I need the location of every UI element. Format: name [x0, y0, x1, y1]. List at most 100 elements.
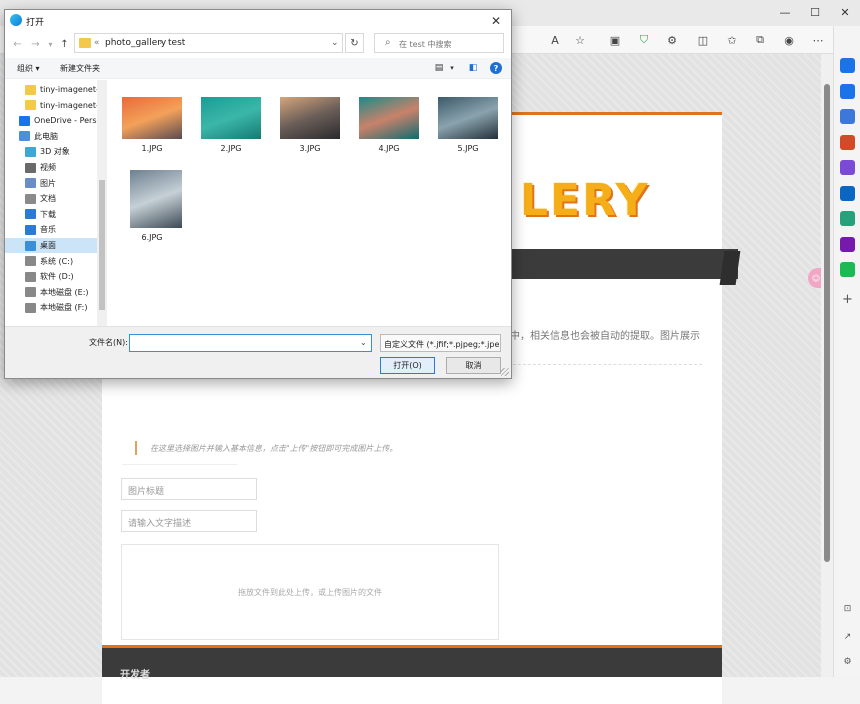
- nav-item[interactable]: 音乐: [5, 222, 97, 237]
- drive-icon: [25, 287, 36, 298]
- address-path[interactable]: « photo_gallery › test ⌄: [74, 33, 343, 53]
- preview-pane-icon[interactable]: ◧: [467, 62, 479, 74]
- collections-icon[interactable]: ⧉: [752, 32, 768, 48]
- favorites-icon[interactable]: ✩: [724, 32, 740, 48]
- toolbox-icon[interactable]: [840, 134, 855, 150]
- image-title-input[interactable]: 图片标题: [121, 478, 257, 500]
- browser-essentials-icon[interactable]: ◉: [781, 32, 797, 48]
- file-item[interactable]: 3.JPG: [275, 87, 345, 163]
- recent-dropdown-icon[interactable]: ▾: [44, 38, 57, 51]
- file-item[interactable]: 5.JPG: [433, 87, 503, 163]
- chevron-down-icon[interactable]: ⌄: [331, 38, 339, 48]
- page-description: 中，相关信息也会被自动的提取。图片展示: [510, 331, 700, 342]
- circle-icon[interactable]: [840, 160, 855, 175]
- view-dropdown-icon[interactable]: ▾: [446, 62, 458, 74]
- close-window-icon[interactable]: ✕: [830, 2, 860, 22]
- nav-item[interactable]: 图片: [5, 176, 97, 191]
- file-name: 1.JPG: [141, 144, 163, 153]
- page-scrollbar[interactable]: [821, 54, 833, 677]
- send-icon[interactable]: [840, 211, 855, 226]
- cancel-button[interactable]: 取消: [446, 357, 501, 374]
- nav-item[interactable]: tiny-imagenet-…: [5, 98, 97, 113]
- refresh-icon[interactable]: ↻: [345, 33, 364, 53]
- image-description-input[interactable]: 请输入文字描述: [121, 510, 257, 532]
- up-arrow-icon[interactable]: ↑: [58, 38, 71, 51]
- nav-item[interactable]: 3D 对象: [5, 144, 97, 159]
- nav-item[interactable]: tiny-imagenet-…: [5, 82, 97, 97]
- extension-badge-icon[interactable]: ▣: [607, 32, 623, 48]
- settings-icon[interactable]: ⚙: [840, 654, 855, 669]
- nav-item[interactable]: 本地磁盘 (F:): [5, 300, 97, 315]
- file-name: 4.JPG: [378, 144, 400, 153]
- nav-item[interactable]: 文档: [5, 191, 97, 206]
- breadcrumb-photo-gallery[interactable]: photo_gallery: [105, 38, 166, 48]
- filename-input[interactable]: [129, 334, 372, 352]
- nav-item[interactable]: 此电脑: [5, 129, 97, 144]
- nav-item[interactable]: 桌面: [5, 238, 97, 253]
- nav-scrollbar[interactable]: [97, 80, 107, 326]
- add-icon[interactable]: +: [840, 292, 855, 307]
- extensions-icon[interactable]: ⚙: [664, 32, 680, 48]
- file-item[interactable]: 4.JPG: [354, 87, 424, 163]
- bell-icon[interactable]: [840, 58, 855, 73]
- view-options-icon[interactable]: ▤: [433, 62, 445, 74]
- nav-item-label: 文档: [40, 194, 56, 204]
- nav-item[interactable]: 系统 (C:): [5, 254, 97, 269]
- edge-icon: [10, 14, 22, 26]
- close-icon[interactable]: ✕: [487, 12, 505, 30]
- favorite-star-icon[interactable]: ☆: [572, 32, 588, 48]
- split-screen-icon[interactable]: ◫: [695, 32, 711, 48]
- nav-item-label: 视频: [40, 163, 56, 172]
- resize-grip[interactable]: [501, 368, 509, 376]
- nav-item-label: 软件 (D:): [40, 272, 74, 282]
- upload-dropzone[interactable]: 拖放文件到此处上传，或上传图片的文件: [121, 544, 499, 640]
- nav-item[interactable]: 软件 (D:): [5, 269, 97, 284]
- outlook-icon[interactable]: [840, 185, 855, 201]
- nav-item-label: 桌面: [40, 241, 56, 250]
- forward-arrow-icon[interactable]: →: [29, 38, 42, 51]
- image-thumbnail: [201, 97, 261, 139]
- nav-item[interactable]: OneDrive - Perso: [5, 113, 97, 128]
- screenshot-icon[interactable]: ⊡: [840, 601, 855, 616]
- desktop-icon: [25, 240, 36, 251]
- organize-menu[interactable]: 组织 ▾: [17, 63, 40, 74]
- file-name: 2.JPG: [220, 144, 242, 153]
- folder-icon: [25, 84, 36, 95]
- search-icon[interactable]: [840, 83, 855, 99]
- doc-icon: [25, 193, 36, 204]
- nav-item[interactable]: 下载: [5, 207, 97, 222]
- tag-icon[interactable]: [840, 109, 855, 124]
- file-name: 5.JPG: [457, 144, 479, 153]
- filename-label: 文件名(N):: [89, 338, 128, 347]
- image-thumbnail: [280, 97, 340, 139]
- onenote-icon[interactable]: [840, 236, 855, 252]
- minimize-icon[interactable]: —: [770, 2, 800, 22]
- browser-sidebar: + ⊡ ↗ ⚙: [833, 26, 860, 677]
- file-item[interactable]: 1.JPG: [117, 87, 187, 163]
- dialog-toolbar: 组织 ▾ 新建文件夹 ▤ ▾ ◧ ?: [5, 58, 511, 79]
- spotify-icon[interactable]: [840, 262, 855, 277]
- nav-scroll-thumb[interactable]: [99, 180, 105, 310]
- shield-icon[interactable]: ⛉: [636, 32, 652, 48]
- open-external-icon[interactable]: ↗: [840, 629, 855, 644]
- footer-text: 开发者: [120, 670, 150, 681]
- path-overflow-chevron[interactable]: «: [94, 38, 100, 48]
- more-options-icon[interactable]: ⋯: [810, 32, 826, 48]
- file-type-select[interactable]: 自定义文件 (*.jfif;*.pjpeg;*.jpe: [380, 334, 501, 352]
- file-item[interactable]: 6.JPG: [117, 164, 187, 242]
- new-folder-button[interactable]: 新建文件夹: [60, 63, 100, 74]
- file-item[interactable]: 2.JPG: [196, 87, 266, 163]
- hint-divider: [122, 464, 237, 465]
- banner-ribbon-end: [719, 251, 741, 285]
- nav-item[interactable]: 视频: [5, 160, 97, 175]
- help-icon[interactable]: ?: [490, 62, 502, 74]
- open-button[interactable]: 打开(O): [380, 357, 435, 374]
- file-type-value: 自定义文件 (*.jfif;*.pjpeg;*.jpe: [384, 340, 500, 349]
- page-scroll-thumb[interactable]: [824, 84, 830, 562]
- back-arrow-icon[interactable]: ←: [11, 38, 24, 51]
- nav-item[interactable]: 本地磁盘 (E:): [5, 285, 97, 300]
- search-input[interactable]: ⌕ 在 test 中搜索: [374, 33, 504, 53]
- maximize-icon[interactable]: ☐: [800, 2, 830, 22]
- read-aloud-icon[interactable]: A: [547, 32, 563, 48]
- breadcrumb-test[interactable]: test: [168, 38, 185, 48]
